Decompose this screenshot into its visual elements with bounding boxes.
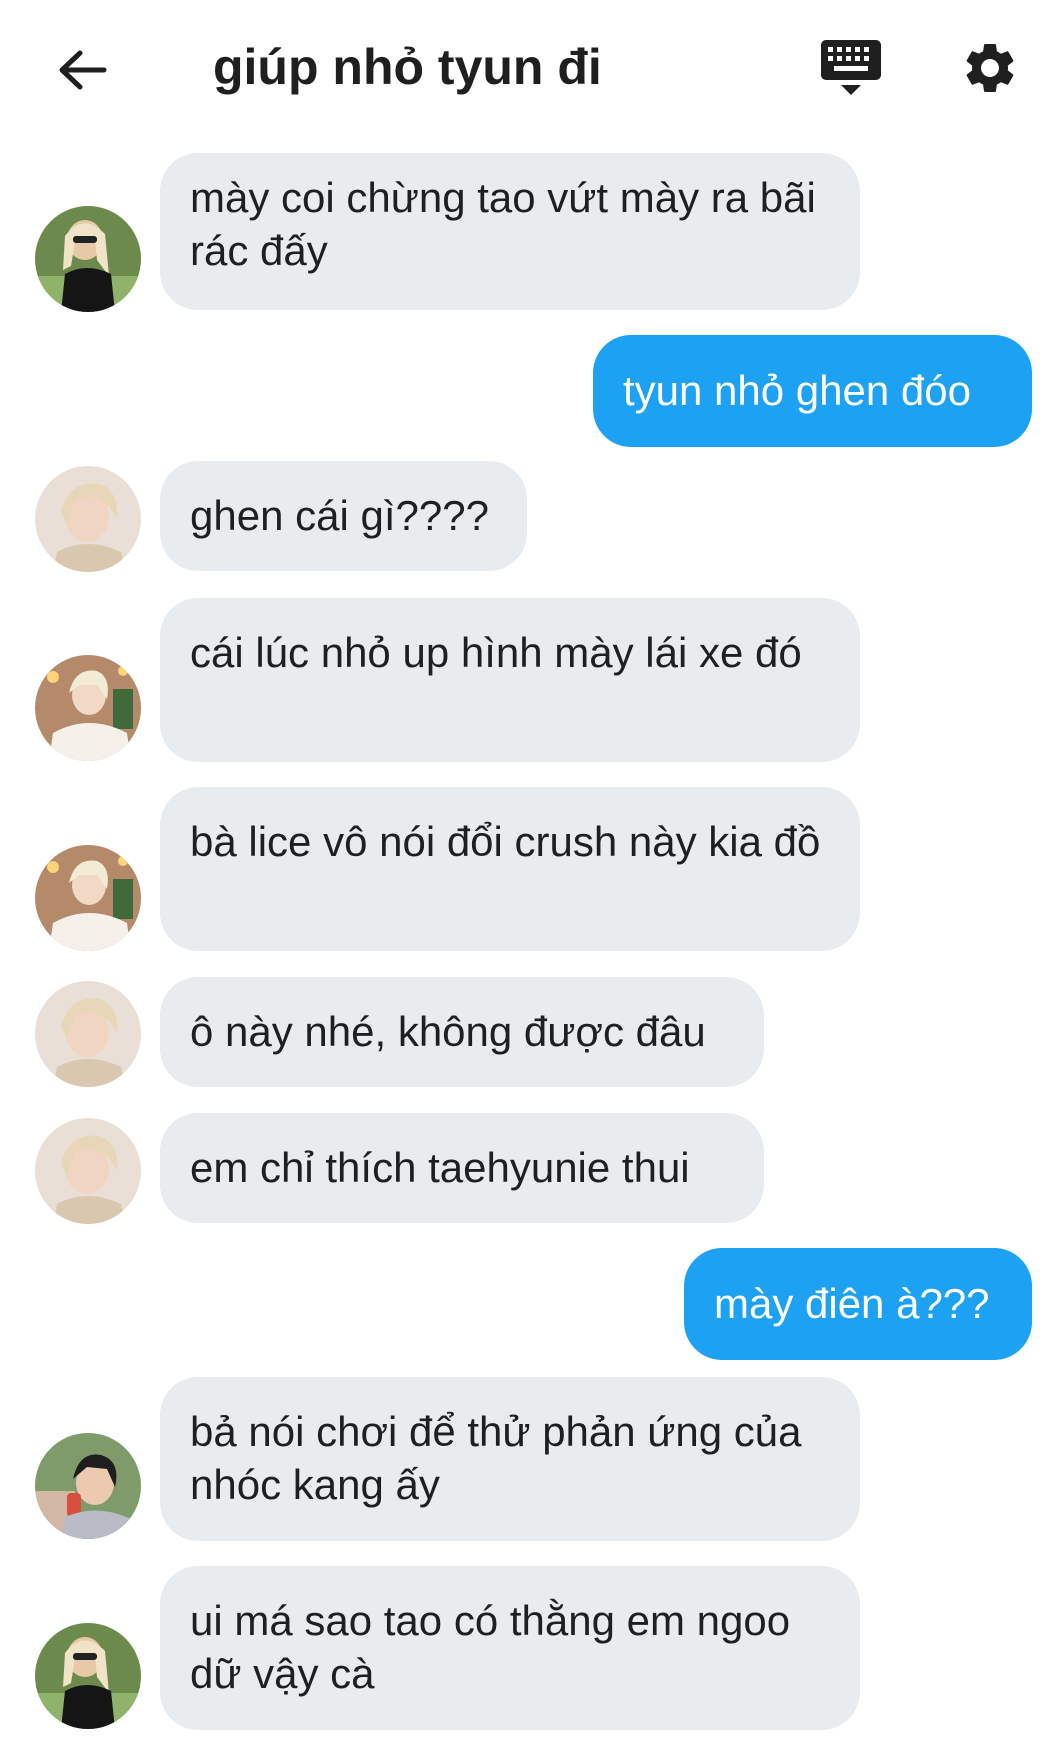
- message-text: ghen cái gì????: [190, 492, 489, 539]
- message-bubble-incoming[interactable]: ui má sao tao có thằng em ngoo dữ vậy cà: [160, 1566, 860, 1730]
- message-text: ui má sao tao có thằng em ngoo dữ vậy cà: [190, 1597, 791, 1697]
- message-text: em chỉ thích taehyunie thui: [190, 1144, 690, 1191]
- message-bubble-outgoing[interactable]: tyun nhỏ ghen đóo: [593, 335, 1032, 447]
- message-bubble-incoming[interactable]: mày coi chừng tao vứt mày ra bãi rác đấy: [160, 153, 860, 310]
- message-text: bà lice vô nói đổi crush này kia đồ: [190, 818, 821, 865]
- message-bubble-outgoing[interactable]: mày điên à???: [684, 1248, 1032, 1360]
- avatar[interactable]: [35, 1433, 141, 1539]
- avatar[interactable]: [35, 655, 141, 761]
- avatar[interactable]: [35, 206, 141, 312]
- message-text: bả nói chơi để thử phản ứng của nhóc kan…: [190, 1408, 802, 1508]
- avatar[interactable]: [35, 1623, 141, 1729]
- message-bubble-incoming[interactable]: bà lice vô nói đổi crush này kia đồ: [160, 787, 860, 951]
- message-list: mày coi chừng tao vứt mày ra bãi rác đấy…: [0, 0, 1055, 1763]
- avatar[interactable]: [35, 466, 141, 572]
- message-text: ô này nhé, không được đâu: [190, 1008, 706, 1055]
- message-bubble-incoming[interactable]: ghen cái gì????: [160, 461, 527, 571]
- message-text: mày coi chừng tao vứt mày ra bãi rác đấy: [190, 174, 816, 274]
- message-text: mày điên à???: [714, 1280, 990, 1327]
- message-bubble-incoming[interactable]: em chỉ thích taehyunie thui: [160, 1113, 764, 1223]
- message-text: tyun nhỏ ghen đóo: [623, 367, 971, 414]
- message-text: cái lúc nhỏ up hình mày lái xe đó: [190, 629, 802, 676]
- message-bubble-incoming[interactable]: bả nói chơi để thử phản ứng của nhóc kan…: [160, 1377, 860, 1541]
- avatar[interactable]: [35, 981, 141, 1087]
- message-bubble-incoming[interactable]: ô này nhé, không được đâu: [160, 977, 764, 1087]
- avatar[interactable]: [35, 845, 141, 951]
- message-bubble-incoming[interactable]: cái lúc nhỏ up hình mày lái xe đó: [160, 598, 860, 762]
- avatar[interactable]: [35, 1118, 141, 1224]
